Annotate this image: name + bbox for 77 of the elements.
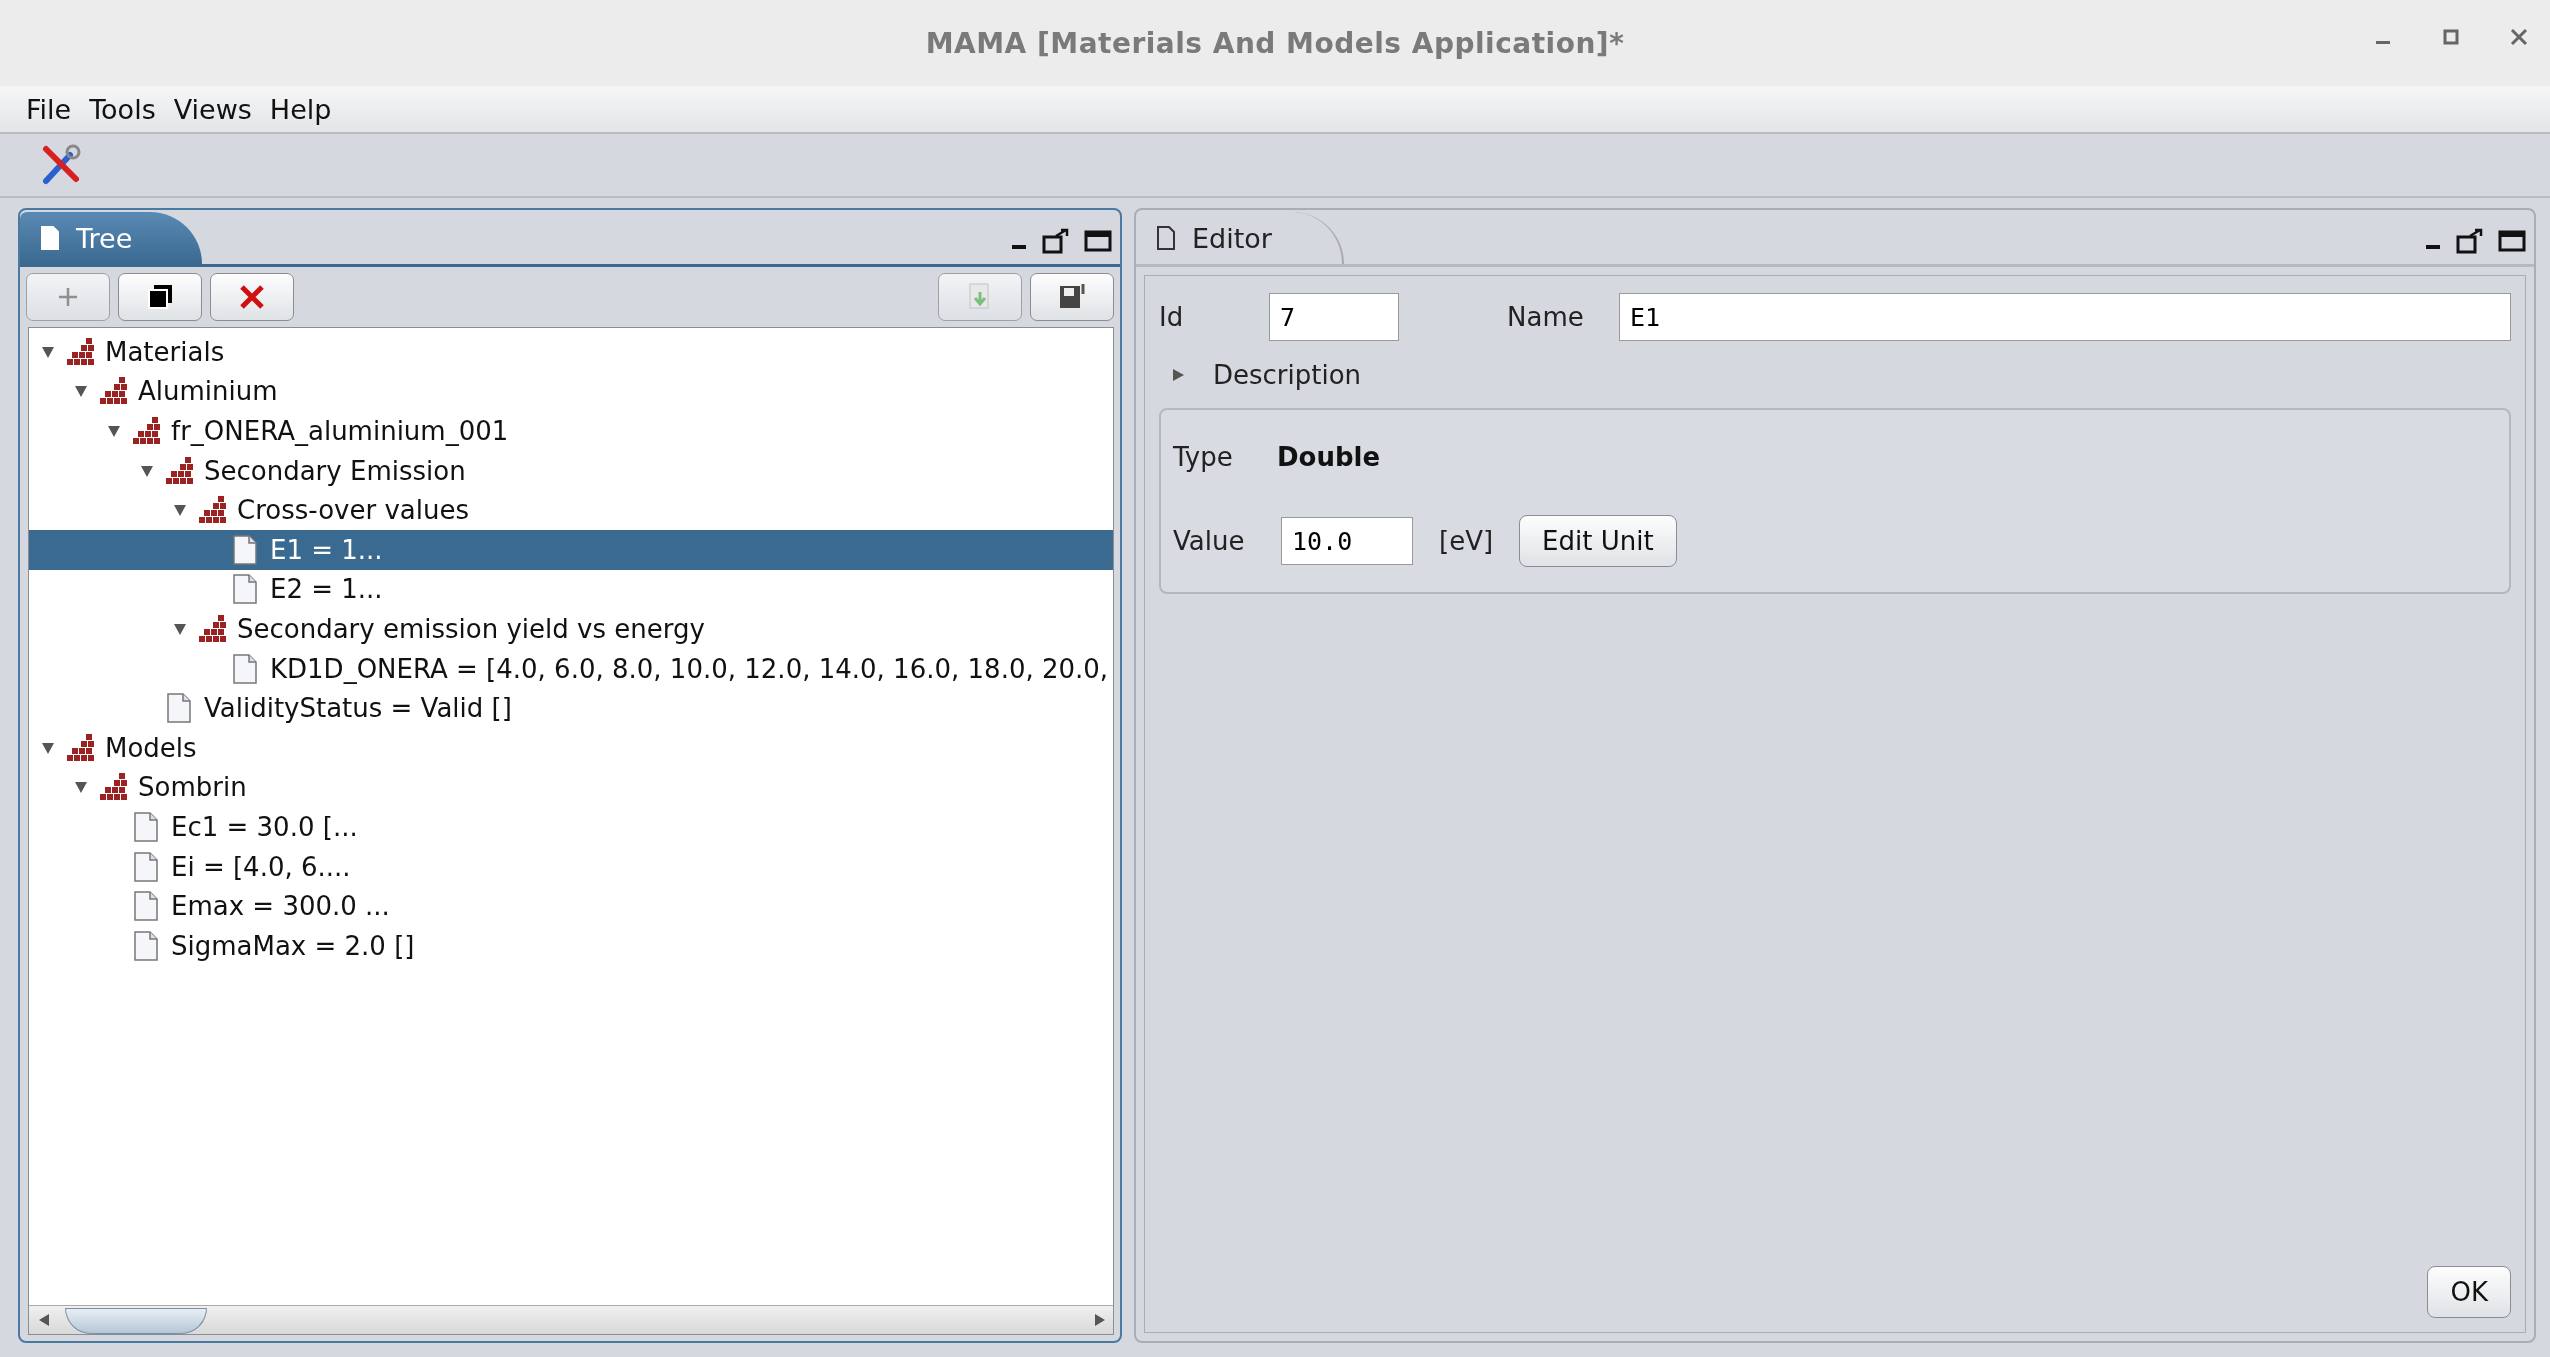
maximize-icon[interactable] <box>1084 228 1112 252</box>
document-icon <box>133 930 159 961</box>
id-field[interactable]: 7 <box>1269 293 1399 341</box>
bricks-icon <box>197 496 227 525</box>
selected-tree-row[interactable]: E1 = 1... <box>29 529 1113 570</box>
document-icon <box>232 653 258 684</box>
tree-row[interactable]: Cross-over values <box>29 490 1113 530</box>
name-label: Name <box>1507 302 1585 332</box>
close-icon <box>238 283 266 311</box>
id-label: Id <box>1159 302 1185 332</box>
undock-icon[interactable] <box>1042 228 1070 254</box>
tab-label: Tree <box>76 222 133 254</box>
document-icon <box>133 811 159 842</box>
tree-row[interactable]: fr_ONERA_aluminium_001 <box>29 411 1113 451</box>
expanded-caret-icon[interactable] <box>41 740 55 755</box>
tree-row[interactable]: Secondary emission yield vs energy <box>29 609 1113 649</box>
save-button[interactable] <box>1030 273 1114 321</box>
type-value: Double <box>1277 442 1381 472</box>
bricks-icon <box>98 773 128 802</box>
value-label: Value <box>1173 526 1246 556</box>
tree-row[interactable]: Models <box>29 727 1113 768</box>
edit-unit-button[interactable]: Edit Unit <box>1519 515 1677 567</box>
type-label: Type <box>1173 442 1234 472</box>
menu-item[interactable]: Views <box>173 93 252 125</box>
panel-tab[interactable]: Tree <box>20 212 203 264</box>
bricks-icon <box>131 417 161 445</box>
document-icon <box>133 891 159 922</box>
unit-label: [eV] <box>1439 526 1494 556</box>
expanded-caret-icon[interactable] <box>173 621 187 636</box>
document-icon <box>1156 225 1176 251</box>
copy-button[interactable] <box>118 273 202 321</box>
document-icon <box>232 534 258 565</box>
undock-icon[interactable] <box>2456 228 2484 254</box>
tab-label: Editor <box>1192 222 1272 254</box>
tree-row[interactable]: ValidityStatus = Valid [] <box>29 688 1113 728</box>
close-icon[interactable] <box>2510 28 2528 46</box>
bricks-icon <box>164 456 194 485</box>
bricks-icon <box>65 733 95 762</box>
scroll-right-icon[interactable] <box>1093 1313 1107 1327</box>
description-toggle[interactable]: Description <box>1159 344 2511 406</box>
tree-row[interactable]: SigmaMax = 2.0 [] <box>29 925 1113 966</box>
value-field[interactable]: 10.0 <box>1281 517 1413 565</box>
copy-icon <box>146 283 174 311</box>
tree-row[interactable]: KD1D_ONERA = [4.0, 6.0, 8.0, 10.0, 12.0, 14.0, 16.0, 18.0, 20.0, <box>29 648 1113 689</box>
expanded-caret-icon[interactable] <box>74 780 88 795</box>
ok-button[interactable]: OK <box>2427 1266 2511 1318</box>
tree-row[interactable]: Emax = 300.0 ... <box>29 886 1113 926</box>
expanded-caret-icon[interactable] <box>107 424 121 438</box>
tree-row[interactable]: Aluminium <box>29 371 1113 412</box>
tree-row[interactable]: Ec1 = 30.0 [... <box>29 807 1113 847</box>
plus-icon <box>56 285 80 309</box>
document-icon <box>166 693 192 724</box>
horizontal-scrollbar[interactable] <box>29 1305 1113 1334</box>
document-icon <box>133 851 159 882</box>
bricks-icon <box>197 614 227 643</box>
menu-item[interactable]: Tools <box>89 93 156 125</box>
document-icon <box>232 574 258 605</box>
collapsed-caret-icon[interactable] <box>1171 368 1185 382</box>
tree-row[interactable]: Materials <box>29 332 1113 372</box>
expanded-caret-icon[interactable] <box>41 344 55 359</box>
expanded-caret-icon[interactable] <box>173 503 187 518</box>
bricks-icon <box>98 377 128 406</box>
tree-row[interactable]: Ei = [4.0, 6.... <box>29 846 1113 887</box>
window-title: MAMA [Materials And Models Application]* <box>925 26 1625 60</box>
expanded-caret-icon[interactable] <box>74 384 88 399</box>
menu-item[interactable]: File <box>26 93 72 125</box>
delete-button[interactable] <box>210 273 294 321</box>
bricks-icon <box>65 337 95 366</box>
menu-item[interactable]: Help <box>269 93 332 125</box>
name-field[interactable]: E1 <box>1619 293 2511 341</box>
document-icon <box>40 225 60 251</box>
scroll-left-icon[interactable] <box>37 1313 51 1327</box>
maximize-icon[interactable] <box>2498 228 2526 252</box>
tree-row[interactable]: Sombrin <box>29 767 1113 808</box>
expanded-caret-icon[interactable] <box>140 463 154 478</box>
tree-row[interactable]: E2 = 1... <box>29 569 1113 610</box>
tree-row[interactable]: Secondary Emission <box>29 450 1113 491</box>
